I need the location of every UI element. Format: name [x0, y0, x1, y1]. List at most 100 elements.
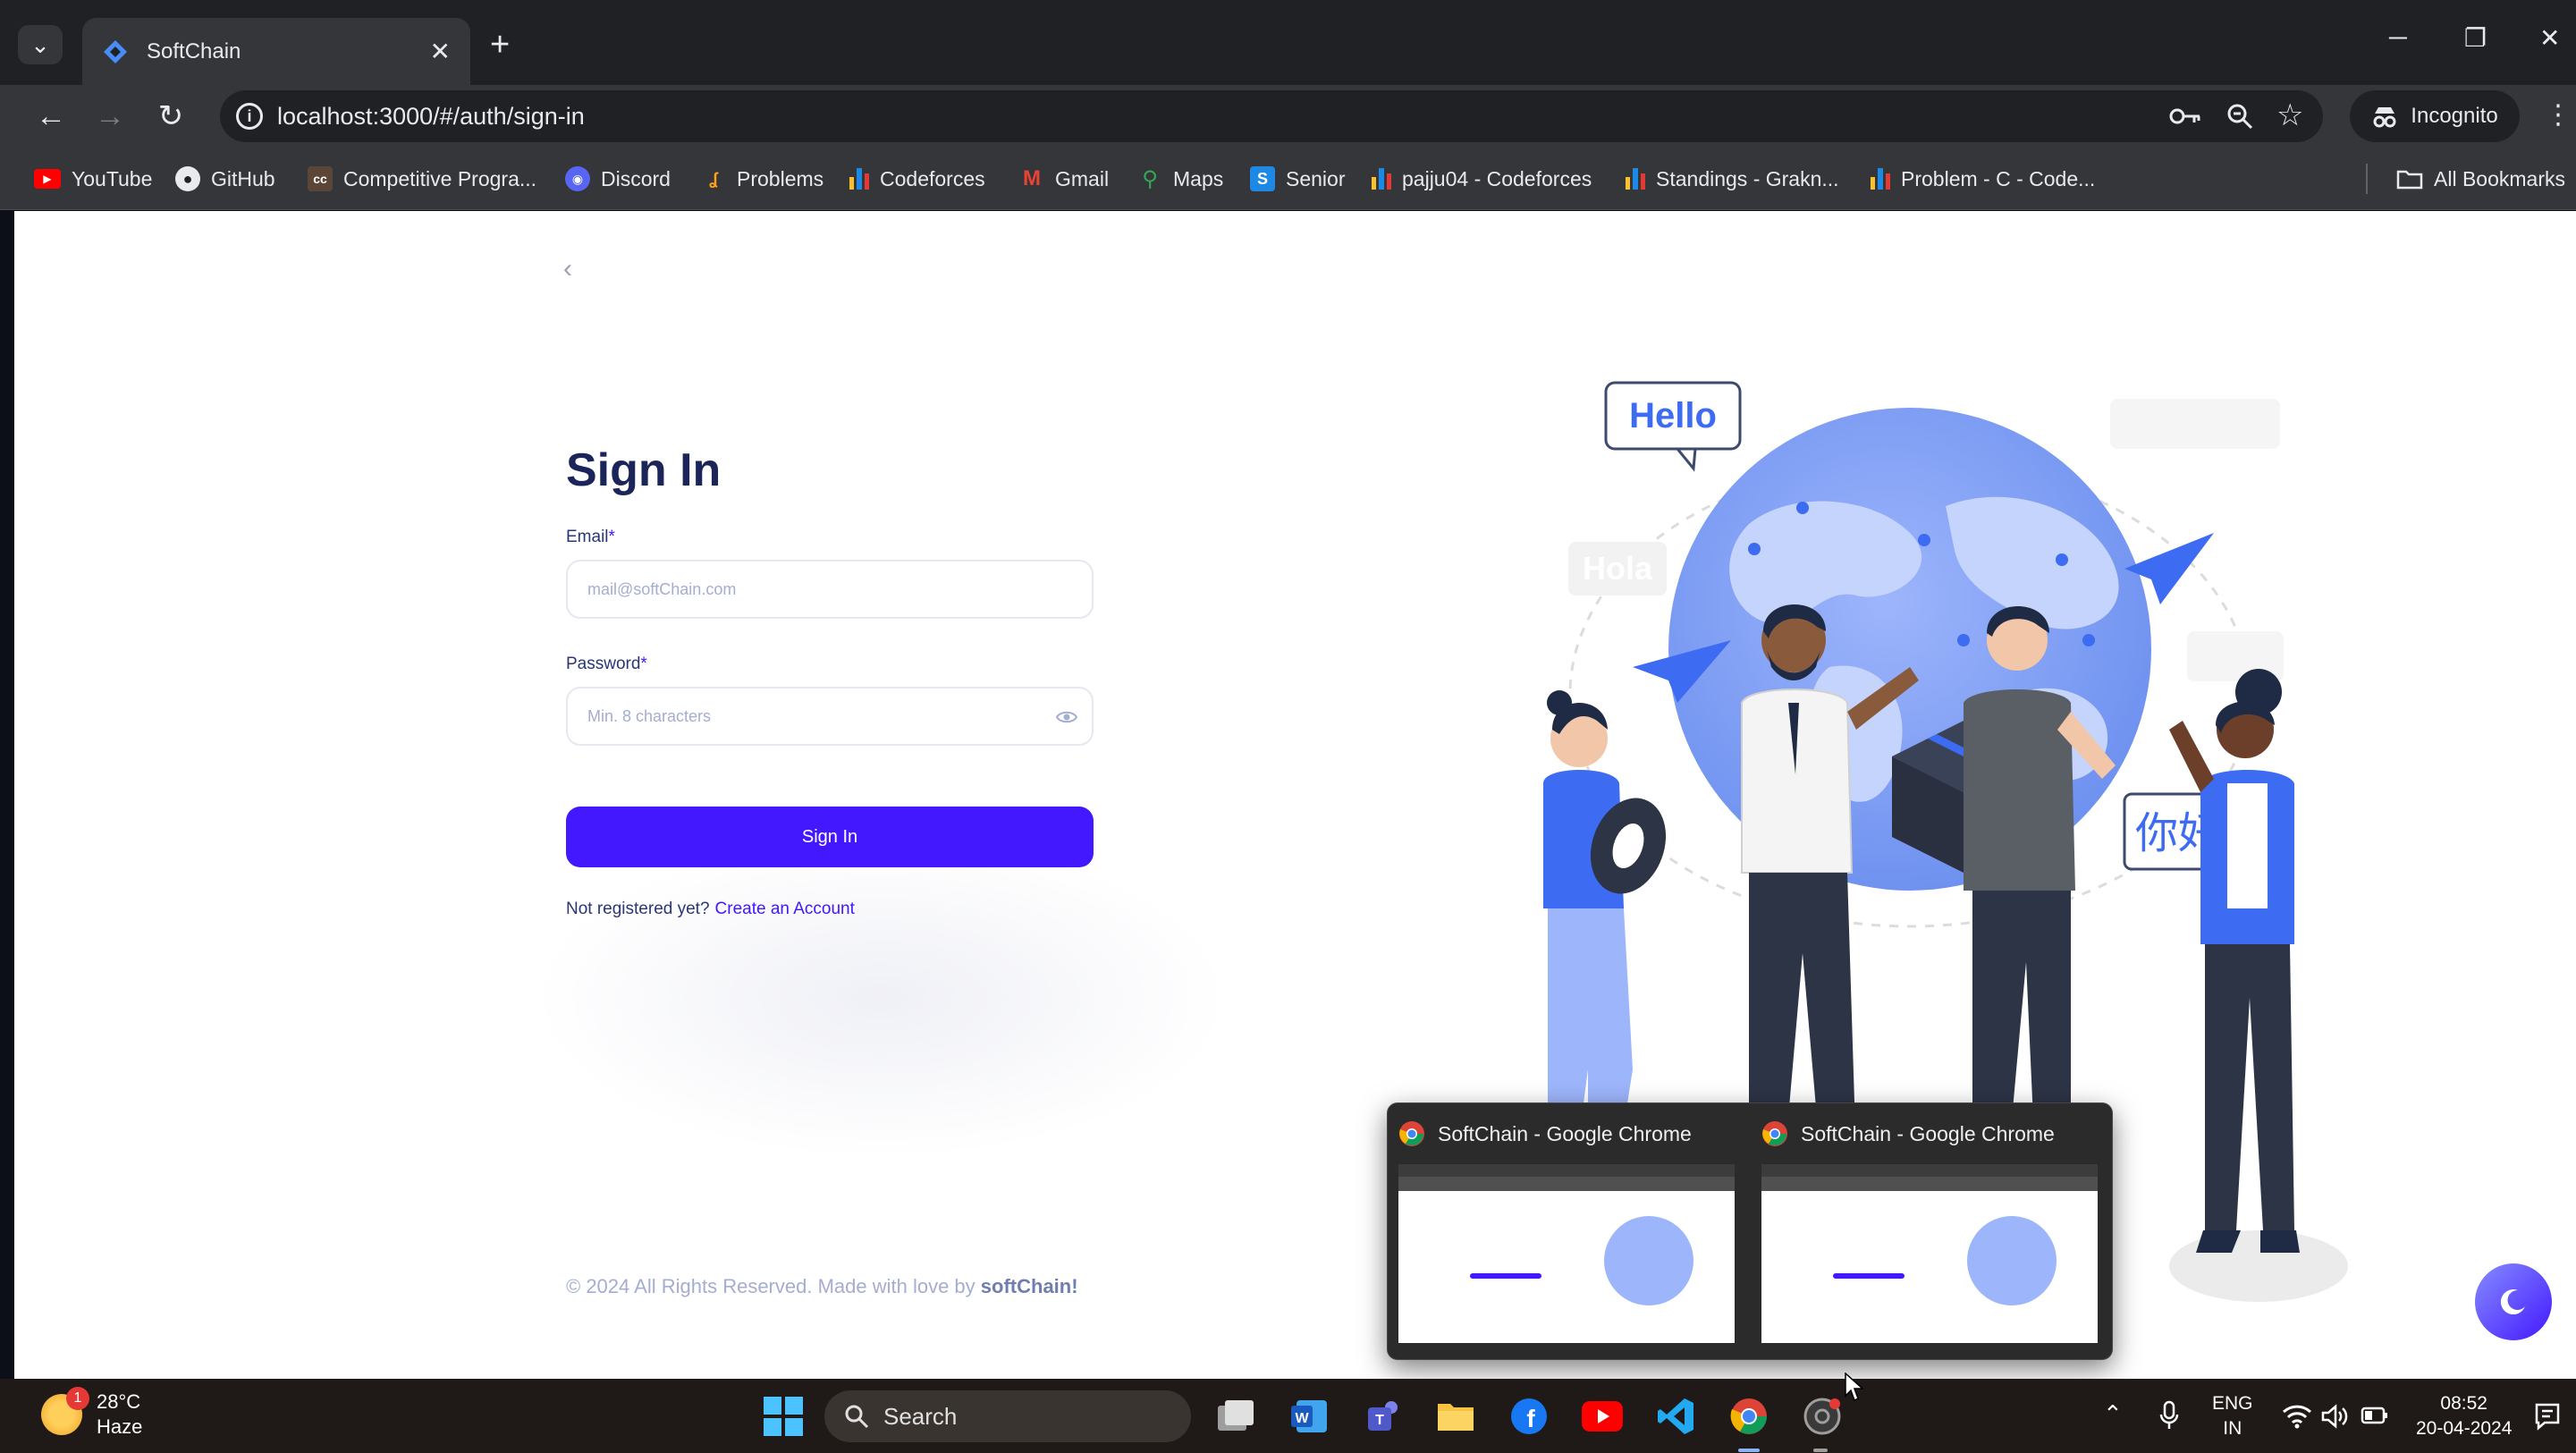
moon-icon	[2500, 1289, 2525, 1315]
word-icon[interactable]: W	[1288, 1395, 1330, 1438]
back-chevron-icon[interactable]: ‹	[563, 254, 572, 284]
bookmark-problem-c[interactable]: Problem - C - Code...	[1871, 164, 2095, 194]
youtube-app-icon[interactable]	[1581, 1395, 1624, 1438]
preview-thumbnail	[1761, 1164, 2098, 1343]
email-placeholder: mail@softChain.com	[587, 579, 737, 598]
search-icon	[845, 1405, 869, 1429]
file-explorer-icon[interactable]	[1434, 1395, 1477, 1438]
maps-icon: ⚲	[1142, 166, 1158, 191]
address-url[interactable]: localhost:3000/#/auth/sign-in	[277, 103, 585, 131]
codechef-icon: cc	[308, 166, 333, 191]
svg-text:W: W	[1295, 1411, 1309, 1426]
tab-softchain[interactable]: SoftChain ✕	[82, 18, 470, 85]
codeforces-icon	[1372, 168, 1391, 190]
password-key-icon[interactable]	[2169, 105, 2201, 128]
minimize-button[interactable]: ─	[2389, 23, 2407, 52]
tab-search-button[interactable]: ⌄	[18, 25, 63, 64]
preview-thumbnail	[1398, 1164, 1735, 1343]
weather-widget[interactable]: 1 28°C Haze	[41, 1387, 143, 1440]
notification-center-icon[interactable]	[2534, 1402, 2561, 1431]
close-window-button[interactable]: ✕	[2539, 23, 2560, 53]
bubble-hello: Hello	[1629, 396, 1717, 435]
wifi-icon[interactable]	[2282, 1404, 2312, 1429]
volume-icon[interactable]	[2321, 1404, 2350, 1429]
chrome-active-indicator	[1738, 1449, 1760, 1452]
bookmark-competitive-programming[interactable]: cc Competitive Progra...	[308, 164, 536, 194]
svg-text:T: T	[1375, 1413, 1384, 1428]
bookmark-discord[interactable]: ◉ Discord	[565, 164, 671, 194]
github-icon: ●	[175, 166, 200, 191]
email-field[interactable]: mail@softChain.com	[566, 560, 1094, 619]
all-bookmarks-button[interactable]: All Bookmarks	[2396, 164, 2565, 194]
restore-button[interactable]: ❐	[2464, 23, 2487, 53]
codeforces-icon	[1871, 168, 1890, 190]
facebook-icon[interactable]: f	[1508, 1395, 1550, 1438]
eye-icon[interactable]	[1056, 706, 1077, 728]
chrome-taskbar-icon[interactable]	[1727, 1395, 1770, 1438]
tab-title: SoftChain	[147, 38, 241, 63]
back-button[interactable]: ←	[30, 96, 72, 137]
incognito-indicator[interactable]: Incognito	[2350, 90, 2520, 142]
zoom-icon[interactable]	[2226, 103, 2253, 130]
tab-close-icon[interactable]: ✕	[430, 37, 451, 66]
copyright-footer: © 2024 All Rights Reserved. Made with lo…	[566, 1275, 1078, 1297]
address-bar[interactable]: i localhost:3000/#/auth/sign-in ☆	[220, 90, 2323, 142]
battery-icon[interactable]	[2361, 1406, 2389, 1425]
browser-menu-icon[interactable]: ⋮	[2545, 99, 2572, 131]
create-account-link[interactable]: Create an Account	[715, 900, 855, 918]
page-viewport: ‹ Sign In Email* mail@softChain.com Pass…	[14, 211, 2576, 1379]
taskbar-window-preview: SoftChain - Google Chrome SoftChain - Go…	[1387, 1102, 2113, 1360]
preview-window-1[interactable]: SoftChain - Google Chrome	[1388, 1114, 1735, 1343]
weather-sun-icon: 1	[41, 1387, 89, 1435]
weather-condition: Haze	[97, 1415, 143, 1438]
sign-in-button[interactable]: Sign In	[566, 807, 1094, 867]
theme-toggle-button[interactable]	[2475, 1263, 2552, 1340]
language-indicator[interactable]: ENG IN	[2212, 1391, 2253, 1441]
folder-icon	[2396, 170, 2423, 190]
taskbar-search-label: Search	[883, 1402, 958, 1430]
teams-icon[interactable]: T	[1361, 1395, 1404, 1438]
password-placeholder: Min. 8 characters	[587, 706, 712, 725]
bubble-hola: Hola	[1583, 550, 1653, 587]
weather-temperature: 28°C	[97, 1390, 141, 1413]
microphone-icon[interactable]	[2158, 1400, 2180, 1431]
preview-window-2[interactable]: SoftChain - Google Chrome	[1751, 1114, 2098, 1343]
person-woman-right	[2169, 669, 2300, 1253]
sign-in-form: Sign In Email* mail@softChain.com Passwo…	[566, 444, 1102, 919]
bookmark-standings[interactable]: Standings - Grakn...	[1626, 164, 1839, 194]
password-label: Password*	[566, 655, 647, 673]
svg-text:f: f	[1526, 1405, 1535, 1432]
codeforces-icon	[849, 168, 869, 190]
discord-icon: ◉	[565, 166, 590, 191]
bookmark-youtube[interactable]: ▶ YouTube	[34, 164, 152, 194]
page-title: Sign In	[566, 444, 722, 496]
mouse-cursor-icon	[1845, 1373, 1864, 1402]
clock[interactable]: 08:52 20-04-2024	[2416, 1391, 2512, 1441]
vscode-icon[interactable]	[1654, 1395, 1697, 1438]
bookmark-star-icon[interactable]: ☆	[2276, 97, 2303, 133]
task-view-icon[interactable]	[1214, 1395, 1257, 1438]
bookmarks-bar: ▶ YouTube ● GitHub cc Competitive Progra…	[0, 148, 2576, 210]
new-tab-button[interactable]: +	[490, 25, 510, 64]
bookmark-maps[interactable]: ⚲ Maps	[1137, 164, 1223, 194]
bookmark-codeforces[interactable]: Codeforces	[849, 164, 985, 194]
show-hidden-icons-chevron-icon[interactable]: ⌃	[2103, 1400, 2123, 1428]
site-info-icon[interactable]: i	[236, 103, 263, 130]
chrome-icon	[1399, 1121, 1424, 1146]
bookmark-senior[interactable]: S Senior	[1250, 164, 1345, 194]
bookmark-pajju04[interactable]: pajju04 - Codeforces	[1372, 164, 1592, 194]
incognito-label: Incognito	[2411, 104, 2498, 128]
forward-button[interactable]: →	[89, 96, 131, 137]
youtube-icon: ▶	[34, 169, 61, 189]
bookmark-github[interactable]: ● GitHub	[175, 164, 275, 194]
password-field[interactable]: Min. 8 characters	[566, 687, 1094, 746]
taskbar-search-box[interactable]: Search	[824, 1390, 1191, 1442]
bookmark-problems[interactable]: ʆ Problems	[701, 164, 823, 194]
tab-strip: ⌄ SoftChain ✕ + ─ ❐ ✕	[0, 0, 2576, 85]
bookmark-gmail[interactable]: M Gmail	[1019, 164, 1109, 194]
softchain-favicon-icon	[104, 39, 127, 63]
chrome-incognito-taskbar-icon[interactable]	[1801, 1395, 1844, 1438]
windows-start-icon[interactable]	[762, 1395, 805, 1438]
reload-button[interactable]: ↻	[150, 96, 191, 137]
incognito-open-indicator	[1813, 1449, 1828, 1452]
